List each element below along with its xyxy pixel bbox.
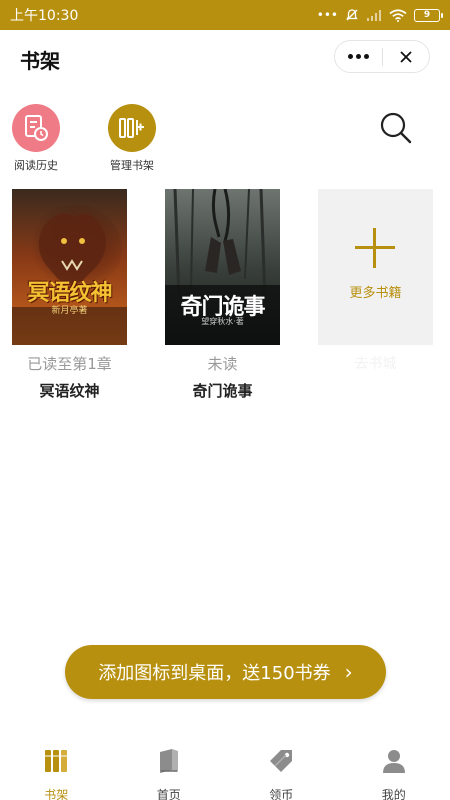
- banner-text: 添加图标到桌面，送150书券: [98, 663, 331, 684]
- tab-label: 我的: [381, 788, 406, 800]
- more-books-button[interactable]: 更多书籍: [318, 189, 433, 345]
- book-cover[interactable]: 奇门诡事 望穿秋水·著: [165, 189, 280, 345]
- manage-books-icon: [119, 118, 144, 138]
- add-to-desktop-banner[interactable]: 添加图标到桌面，送150书券 ›: [65, 645, 386, 699]
- close-button[interactable]: [383, 41, 429, 72]
- chevron-right-icon: ›: [344, 660, 353, 684]
- bottom-tab-bar: 书架 首页 领币 我的: [0, 738, 450, 800]
- history-icon-circle: [12, 104, 60, 152]
- book-item[interactable]: 冥语纹神 新月亭著 已读至第1章 冥语纹神: [12, 189, 127, 401]
- go-bookstore-label: 去书城: [354, 356, 397, 372]
- mini-program-capsule: [334, 40, 430, 73]
- history-doc-icon: [25, 115, 48, 141]
- reading-progress: 已读至第1章: [27, 355, 112, 373]
- reading-history-button[interactable]: 阅读历史: [10, 104, 62, 173]
- reading-progress: 未读: [207, 355, 238, 373]
- page-title: 书架: [20, 48, 60, 73]
- book-title: 奇门诡事: [192, 382, 253, 400]
- tab-coins[interactable]: 领币: [225, 738, 338, 800]
- tab-label: 首页: [156, 788, 181, 800]
- more-books-label: 更多书籍: [349, 286, 402, 301]
- search-button[interactable]: [378, 110, 414, 146]
- more-dot-icon: [364, 54, 369, 59]
- book-item[interactable]: 奇门诡事 望穿秋水·著 未读 奇门诡事: [165, 189, 280, 401]
- manage-icon-circle: [108, 104, 156, 152]
- user-icon: [382, 750, 405, 773]
- close-icon: [400, 50, 412, 63]
- book-home-icon: [159, 749, 178, 773]
- tab-mine[interactable]: 我的: [338, 738, 450, 800]
- coin-tag-icon: [270, 750, 293, 772]
- plus-icon: [355, 228, 395, 268]
- tab-home[interactable]: 首页: [113, 738, 226, 800]
- signal-icon: [367, 10, 381, 21]
- history-label: 阅读历史: [14, 159, 58, 172]
- tab-bookshelf[interactable]: 书架: [0, 738, 113, 800]
- search-icon: [380, 112, 412, 144]
- manage-bookshelf-button[interactable]: 管理书架: [104, 104, 160, 173]
- more-dot-icon: [356, 54, 361, 59]
- book-title: 冥语纹神: [39, 382, 100, 400]
- manage-label: 管理书架: [110, 159, 154, 172]
- tab-label: 书架: [44, 788, 69, 800]
- book-cover-author: 望穿秋水·著: [201, 317, 244, 326]
- book-cover-art: [12, 189, 127, 345]
- status-icons: ••• 9: [316, 8, 443, 22]
- more-options-button[interactable]: [335, 41, 382, 72]
- status-bar: 上午10:30 ••• 9: [0, 0, 450, 30]
- mute-bell-icon: [346, 9, 358, 21]
- bookshelf-icon: [45, 750, 68, 772]
- notification-dots-icon: •••: [316, 8, 338, 22]
- book-cover[interactable]: 冥语纹神 新月亭著: [12, 189, 127, 345]
- book-cover-author: 新月亭著: [51, 306, 88, 316]
- battery-icon: 9: [414, 8, 443, 22]
- more-dot-icon: [348, 54, 353, 59]
- wifi-icon: [389, 8, 407, 22]
- tab-label: 领币: [269, 788, 294, 800]
- header-bar: 书架: [0, 30, 450, 88]
- status-time: 上午10:30: [10, 8, 79, 24]
